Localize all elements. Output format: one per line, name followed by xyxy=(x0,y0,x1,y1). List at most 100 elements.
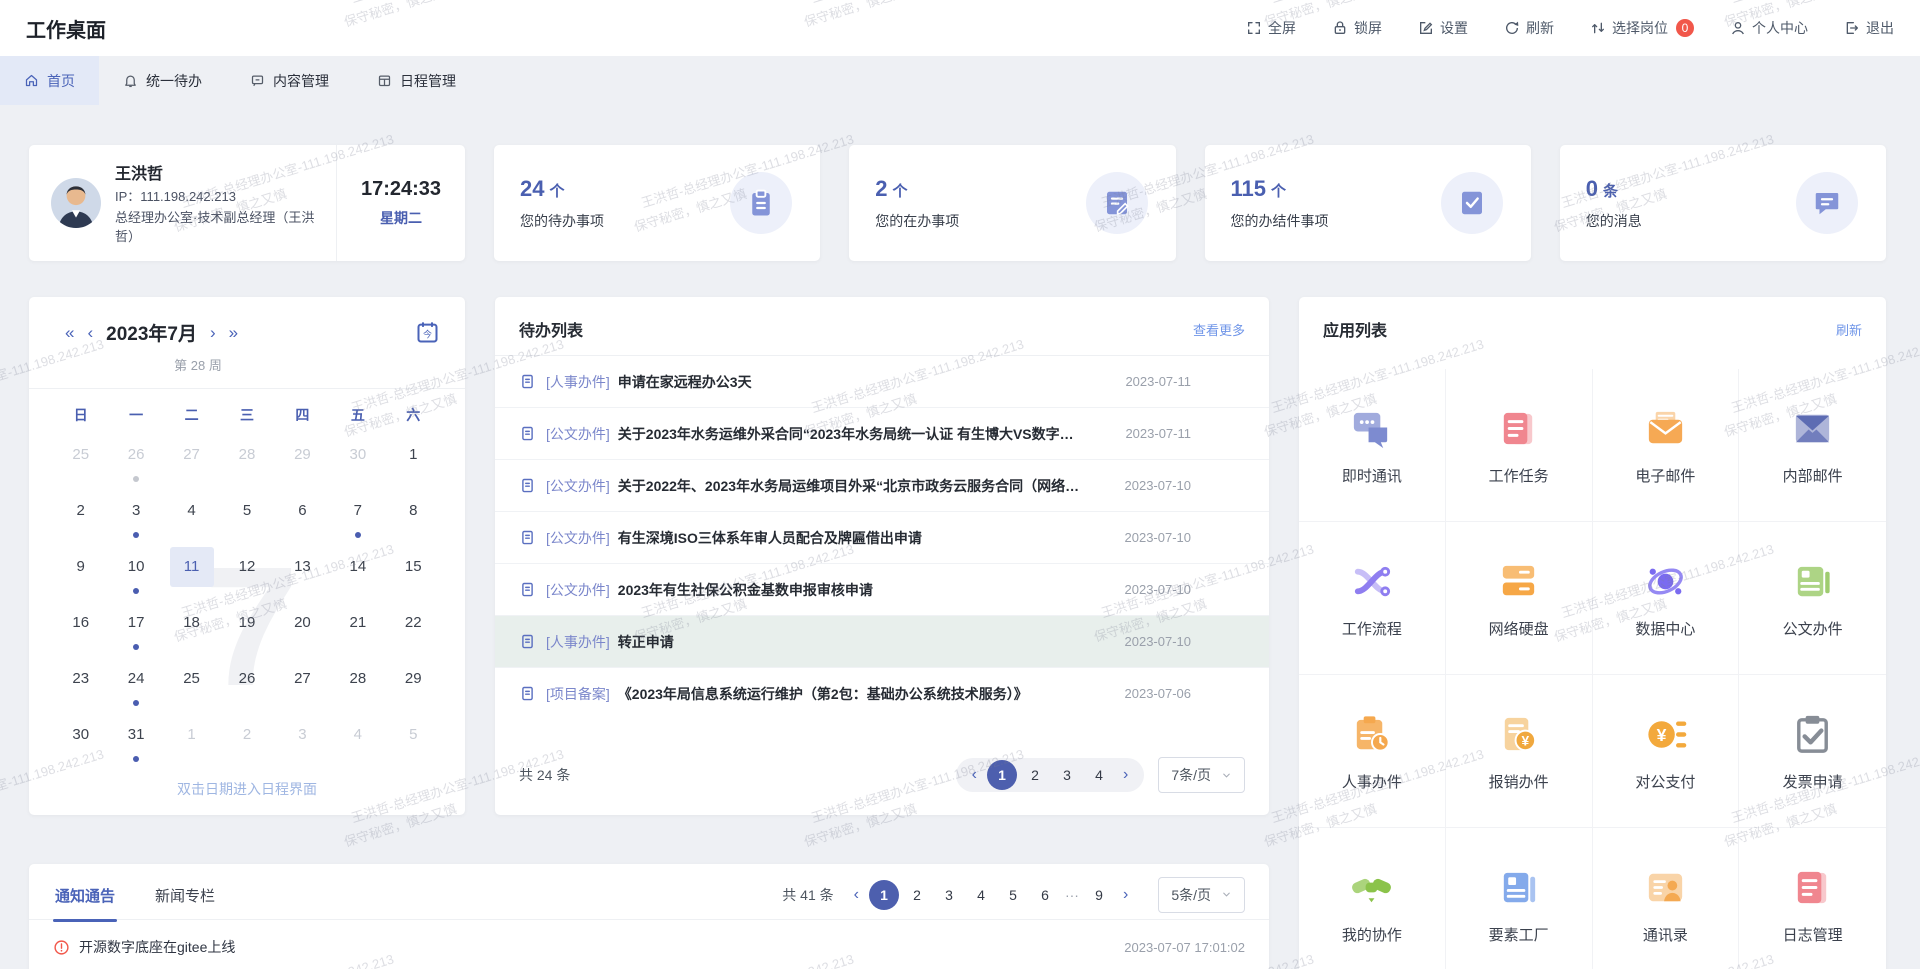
tab-unified-todo[interactable]: 统一待办 xyxy=(99,56,226,105)
notices-page-3[interactable]: 3 xyxy=(935,881,963,909)
stat-card-1[interactable]: 2个 您的在办事项 xyxy=(849,145,1175,261)
notices-page-2[interactable]: 2 xyxy=(903,881,931,909)
todo-item[interactable]: [公文办件] 关于2023年水务运维外采合同“2023年水务局统一认证 有生博大… xyxy=(495,408,1269,460)
calendar-day[interactable]: 9 xyxy=(53,547,108,603)
app-网络硬盘[interactable]: 网络硬盘 xyxy=(1446,522,1593,675)
app-我的协作[interactable]: 我的协作 xyxy=(1299,828,1446,969)
app-即时通讯[interactable]: 即时通讯 xyxy=(1299,369,1446,522)
tab-content-mgmt[interactable]: 内容管理 xyxy=(226,56,353,105)
app-发票申请[interactable]: 发票申请 xyxy=(1739,675,1886,828)
calendar-day-selected[interactable]: 11 xyxy=(164,547,219,603)
app-内部邮件[interactable]: 内部邮件 xyxy=(1739,369,1886,522)
notice-item[interactable]: 开源数字底座在gitee上线 2023-07-07 17:01:02 xyxy=(29,920,1269,957)
todo-item[interactable]: [项目备案] 《2023年局信息系统运行维护（第2包：基础办公系统技术服务）》 … xyxy=(495,668,1269,719)
calendar-day[interactable]: 29 xyxy=(386,659,441,715)
calendar-day[interactable]: 5 xyxy=(219,491,274,547)
notices-tab-notice[interactable]: 通知通告 xyxy=(53,868,117,921)
stat-card-2[interactable]: 115个 您的办结件事项 xyxy=(1205,145,1531,261)
calendar-day[interactable]: 23 xyxy=(53,659,108,715)
todo-page-1[interactable]: 1 xyxy=(987,760,1017,790)
calendar-day[interactable]: 4 xyxy=(330,715,385,771)
header-action-logout[interactable]: 退出 xyxy=(1844,18,1894,38)
calendar-hint[interactable]: 双击日期进入日程界面 xyxy=(29,779,465,799)
calendar-day[interactable]: 29 xyxy=(275,435,330,491)
calendar-day[interactable]: 18 xyxy=(164,603,219,659)
app-电子邮件[interactable]: 电子邮件 xyxy=(1593,369,1740,522)
calendar-day[interactable]: 22 xyxy=(386,603,441,659)
todo-item[interactable]: [公文办件] 关于2022年、2023年水务局运维项目外采“北京市政务云服务合同… xyxy=(495,460,1269,512)
calendar-today-icon[interactable]: 今 xyxy=(414,319,441,346)
notices-tab-news[interactable]: 新闻专栏 xyxy=(153,868,217,921)
app-工作任务[interactable]: 工作任务 xyxy=(1446,369,1593,522)
app-报销办件[interactable]: ¥ 报销办件 xyxy=(1446,675,1593,828)
calendar-day[interactable]: 14 xyxy=(330,547,385,603)
calendar-day[interactable]: 5 xyxy=(386,715,441,771)
next-year-button[interactable]: » xyxy=(229,324,238,341)
tab-schedule-mgmt[interactable]: 日程管理 xyxy=(353,56,480,105)
calendar-day[interactable]: 7 xyxy=(330,491,385,547)
calendar-day[interactable]: 21 xyxy=(330,603,385,659)
calendar-day[interactable]: 8 xyxy=(386,491,441,547)
stat-card-3[interactable]: 0条 您的消息 xyxy=(1560,145,1886,261)
todo-page-2[interactable]: 2 xyxy=(1021,761,1049,789)
calendar-day[interactable]: 10 xyxy=(108,547,163,603)
app-人事办件[interactable]: 人事办件 xyxy=(1299,675,1446,828)
calendar-day[interactable]: 27 xyxy=(164,435,219,491)
notices-page-6[interactable]: 6 xyxy=(1031,881,1059,909)
todo-page-3[interactable]: 3 xyxy=(1053,761,1081,789)
header-action-lock-screen[interactable]: 锁屏 xyxy=(1332,18,1382,38)
calendar-day[interactable]: 2 xyxy=(219,715,274,771)
notices-page-1[interactable]: 1 xyxy=(869,880,899,910)
calendar-day[interactable]: 12 xyxy=(219,547,274,603)
app-日志管理[interactable]: 日志管理 xyxy=(1739,828,1886,969)
calendar-day[interactable]: 30 xyxy=(330,435,385,491)
app-要素工厂[interactable]: 要素工厂 xyxy=(1446,828,1593,969)
calendar-day[interactable]: 28 xyxy=(330,659,385,715)
calendar-day[interactable]: 2 xyxy=(53,491,108,547)
todo-item[interactable]: [公文办件] 2023年有生社保公积金基数申报审核申请 2023-07-10 xyxy=(495,564,1269,616)
notices-page-9[interactable]: 9 xyxy=(1085,881,1113,909)
notices-page-5[interactable]: 5 xyxy=(999,881,1027,909)
app-公文办件[interactable]: 公文办件 xyxy=(1739,522,1886,675)
prev-year-button[interactable]: « xyxy=(65,324,74,341)
apps-refresh-link[interactable]: 刷新 xyxy=(1836,320,1862,339)
todo-item[interactable]: [公文办件] 有生深境ISO三体系年审人员配合及牌匾借出申请 2023-07-1… xyxy=(495,512,1269,564)
view-more-link[interactable]: 查看更多 xyxy=(1193,320,1245,339)
app-对公支付[interactable]: ¥ 对公支付 xyxy=(1593,675,1740,828)
avatar[interactable] xyxy=(51,178,101,228)
calendar-day[interactable]: 25 xyxy=(164,659,219,715)
notices-next-page[interactable]: › xyxy=(1117,886,1134,904)
notices-page-4[interactable]: 4 xyxy=(967,881,995,909)
stat-card-0[interactable]: 24个 您的待办事项 xyxy=(494,145,820,261)
calendar-day[interactable]: 16 xyxy=(53,603,108,659)
prev-month-button[interactable]: ‹ xyxy=(87,324,93,341)
todo-page-4[interactable]: 4 xyxy=(1085,761,1113,789)
tab-home[interactable]: 首页 xyxy=(0,56,99,105)
calendar-day[interactable]: 28 xyxy=(219,435,274,491)
todo-next-page[interactable]: › xyxy=(1117,766,1134,784)
header-action-fullscreen[interactable]: 全屏 xyxy=(1246,18,1296,38)
todo-item[interactable]: [人事办件] 转正申请 2023-07-10 xyxy=(495,616,1269,668)
app-工作流程[interactable]: 工作流程 xyxy=(1299,522,1446,675)
notices-prev-page[interactable]: ‹ xyxy=(848,886,865,904)
calendar-day[interactable]: 13 xyxy=(275,547,330,603)
calendar-day[interactable]: 27 xyxy=(275,659,330,715)
header-action-profile[interactable]: 个人中心 xyxy=(1730,18,1808,38)
notices-page-size-select[interactable]: 5条/页 xyxy=(1158,877,1245,913)
calendar-day[interactable]: 15 xyxy=(386,547,441,603)
app-通讯录[interactable]: 通讯录 xyxy=(1593,828,1740,969)
header-action-refresh[interactable]: 刷新 xyxy=(1504,18,1554,38)
app-数据中心[interactable]: 数据中心 xyxy=(1593,522,1740,675)
calendar-day[interactable]: 30 xyxy=(53,715,108,771)
calendar-day[interactable]: 17 xyxy=(108,603,163,659)
todo-page-size-select[interactable]: 7条/页 xyxy=(1158,757,1245,793)
todo-item[interactable]: [人事办件] 申请在家远程办公3天 2023-07-11 xyxy=(495,356,1269,408)
todo-prev-page[interactable]: ‹ xyxy=(966,766,983,784)
calendar-day[interactable]: 26 xyxy=(219,659,274,715)
calendar-day[interactable]: 26 xyxy=(108,435,163,491)
calendar-day[interactable]: 1 xyxy=(386,435,441,491)
calendar-day[interactable]: 19 xyxy=(219,603,274,659)
calendar-day[interactable]: 25 xyxy=(53,435,108,491)
calendar-day[interactable]: 4 xyxy=(164,491,219,547)
calendar-day[interactable]: 3 xyxy=(108,491,163,547)
